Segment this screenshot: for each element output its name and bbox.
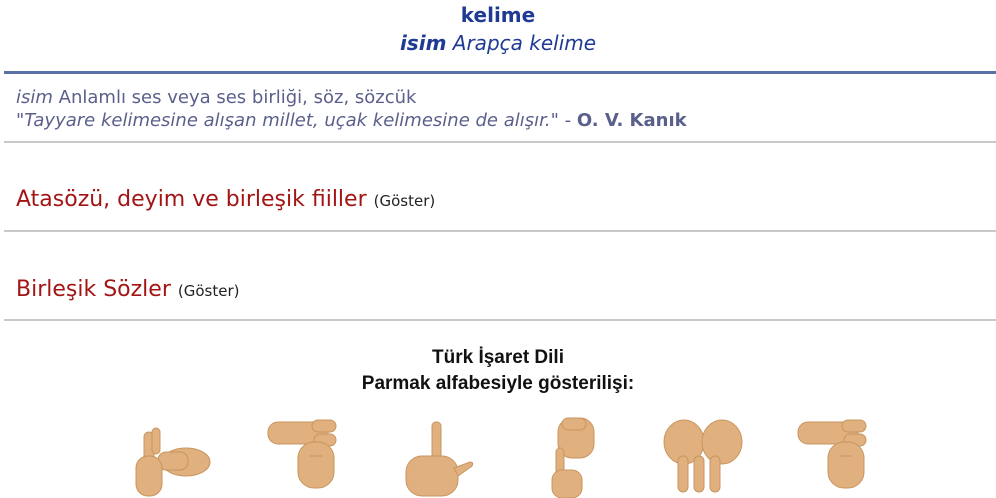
word-subtitle: isim Arapça kelime — [0, 30, 996, 56]
hand-sign-k-icon — [135, 427, 211, 497]
hand-sign-e-icon — [797, 419, 867, 489]
section-divider — [4, 141, 996, 143]
example-quote: "Tayyare kelimesine alışan millet, uçak … — [16, 109, 986, 132]
definition-line: isim Anlamlı ses veya ses birliği, söz, … — [16, 86, 986, 109]
definition-block: isim Anlamlı ses veya ses birliği, söz, … — [16, 86, 986, 132]
header-divider — [4, 71, 996, 74]
word-origin: Arapça kelime — [452, 31, 597, 55]
hand-sign-i-icon — [551, 417, 595, 498]
section-compounds-show-button[interactable]: (Göster) — [178, 282, 240, 300]
sign-language-subtitle: Parmak alfabesiyle gösterilişi: — [361, 373, 635, 394]
quote-close-mark: " - — [550, 110, 577, 131]
definition-part-of-speech: isim — [16, 87, 53, 108]
section-idioms-show-button[interactable]: (Göster) — [374, 192, 436, 210]
part-of-speech: isim — [399, 31, 447, 55]
quote-text: Tayyare kelimesine alışan millet, uçak k… — [24, 110, 551, 131]
section-divider — [4, 319, 996, 321]
section-compounds: Birleşik Sözler (Göster) — [16, 276, 239, 305]
sign-language-title: Türk İşaret Dili — [432, 347, 564, 368]
section-compounds-title: Birleşik Sözler — [16, 277, 171, 302]
section-idioms-title: Atasözü, deyim ve birleşik fiiller — [16, 187, 367, 212]
definition-meaning: Anlamlı ses veya ses birliği, söz, sözcü… — [58, 87, 417, 108]
word-title: kelime — [460, 3, 536, 27]
section-idioms: Atasözü, deyim ve birleşik fiiller (Göst… — [16, 186, 435, 215]
hand-sign-e-icon — [267, 419, 337, 489]
section-divider — [4, 230, 996, 232]
hand-sign-m-icon — [663, 419, 743, 493]
quote-author: O. V. Kanık — [576, 110, 687, 131]
hand-sign-l-icon — [405, 421, 474, 497]
